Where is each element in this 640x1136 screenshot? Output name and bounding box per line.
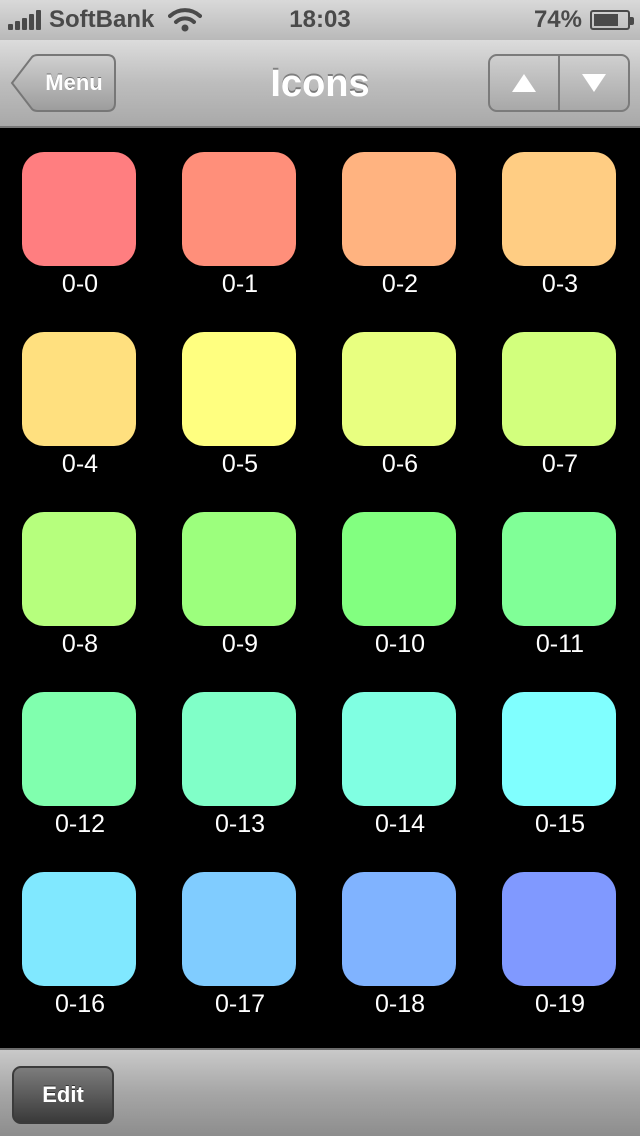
color-tile-icon[interactable] <box>22 332 136 446</box>
icon-cell[interactable]: 0-16 <box>0 850 160 1030</box>
battery-fill <box>594 14 618 26</box>
color-tile-icon[interactable] <box>502 332 616 446</box>
color-tile-icon[interactable] <box>22 692 136 806</box>
triangle-up-icon <box>512 74 536 92</box>
icon-grid: 0-0 0-1 0-2 0-3 0-4 0-5 0-6 0-7 0-8 0-9 0-10 0-11 0-… <box>0 130 640 1048</box>
icon-label: 0-2 <box>381 270 419 298</box>
icon-label: 0-1 <box>221 270 259 298</box>
color-tile-icon[interactable] <box>182 152 296 266</box>
color-tile-icon[interactable] <box>182 512 296 626</box>
icon-cell[interactable]: 0-2 <box>320 130 480 310</box>
color-tile-icon[interactable] <box>342 512 456 626</box>
icon-label: 0-10 <box>374 630 426 658</box>
battery-icon <box>590 10 634 30</box>
icon-cell[interactable]: 0-15 <box>480 670 640 850</box>
menu-back-button[interactable]: Menu <box>10 54 116 112</box>
icon-label: 0-7 <box>541 450 579 478</box>
move-up-button[interactable] <box>490 56 558 110</box>
icon-label: 0-19 <box>534 990 586 1018</box>
icon-cell[interactable]: 0-17 <box>160 850 320 1030</box>
icon-label: 0-0 <box>61 270 99 298</box>
color-tile-icon[interactable] <box>502 872 616 986</box>
color-tile-icon[interactable] <box>182 332 296 446</box>
icon-cell[interactable]: 0-12 <box>0 670 160 850</box>
menu-back-label: Menu <box>45 70 103 95</box>
color-tile-icon[interactable] <box>342 872 456 986</box>
icon-label: 0-6 <box>381 450 419 478</box>
icon-label: 0-11 <box>535 630 585 658</box>
icon-label: 0-4 <box>61 450 99 478</box>
color-tile-icon[interactable] <box>22 152 136 266</box>
icon-cell[interactable]: 0-13 <box>160 670 320 850</box>
icon-label: 0-16 <box>54 990 106 1018</box>
color-tile-icon[interactable] <box>22 512 136 626</box>
color-tile-icon[interactable] <box>342 332 456 446</box>
icon-cell[interactable]: 0-9 <box>160 490 320 670</box>
icon-label: 0-15 <box>534 810 586 838</box>
icon-cell[interactable]: 0-0 <box>0 130 160 310</box>
color-tile-icon[interactable] <box>182 692 296 806</box>
icon-cell[interactable]: 0-19 <box>480 850 640 1030</box>
icon-label: 0-9 <box>221 630 259 658</box>
icon-label: 0-3 <box>541 270 579 298</box>
color-tile-icon[interactable] <box>502 692 616 806</box>
icon-cell[interactable]: 0-4 <box>0 310 160 490</box>
screen: SoftBank 18:03 74% Icons Menu 0-0 0-1 0-… <box>0 0 640 1136</box>
status-right: 74% <box>533 6 634 34</box>
icon-cell[interactable]: 0-18 <box>320 850 480 1030</box>
color-tile-icon[interactable] <box>182 872 296 986</box>
icon-cell[interactable]: 0-1 <box>160 130 320 310</box>
icon-cell[interactable]: 0-5 <box>160 310 320 490</box>
icon-label: 0-18 <box>374 990 426 1018</box>
color-tile-icon[interactable] <box>22 872 136 986</box>
color-tile-icon[interactable] <box>502 512 616 626</box>
icon-label: 0-17 <box>214 990 266 1018</box>
status-bar: SoftBank 18:03 74% <box>0 0 640 40</box>
color-tile-icon[interactable] <box>342 152 456 266</box>
icon-label: 0-12 <box>54 810 106 838</box>
color-tile-icon[interactable] <box>342 692 456 806</box>
triangle-down-icon <box>582 74 606 92</box>
up-down-segmented-control <box>488 54 630 112</box>
color-tile-icon[interactable] <box>502 152 616 266</box>
icon-label: 0-8 <box>61 630 99 658</box>
bottom-toolbar: Edit <box>0 1048 640 1136</box>
icon-label: 0-14 <box>374 810 426 838</box>
icon-cell[interactable]: 0-8 <box>0 490 160 670</box>
icon-cell[interactable]: 0-6 <box>320 310 480 490</box>
icon-label: 0-5 <box>221 450 259 478</box>
icon-cell[interactable]: 0-11 <box>480 490 640 670</box>
icon-cell[interactable]: 0-14 <box>320 670 480 850</box>
navigation-bar: Icons Menu <box>0 40 640 128</box>
icon-cell[interactable]: 0-10 <box>320 490 480 670</box>
icon-label: 0-13 <box>214 810 266 838</box>
move-down-button[interactable] <box>558 56 628 110</box>
battery-percent: 74% <box>533 6 582 33</box>
icon-cell[interactable]: 0-7 <box>480 310 640 490</box>
icon-cell[interactable]: 0-3 <box>480 130 640 310</box>
edit-button[interactable]: Edit <box>12 1066 114 1124</box>
